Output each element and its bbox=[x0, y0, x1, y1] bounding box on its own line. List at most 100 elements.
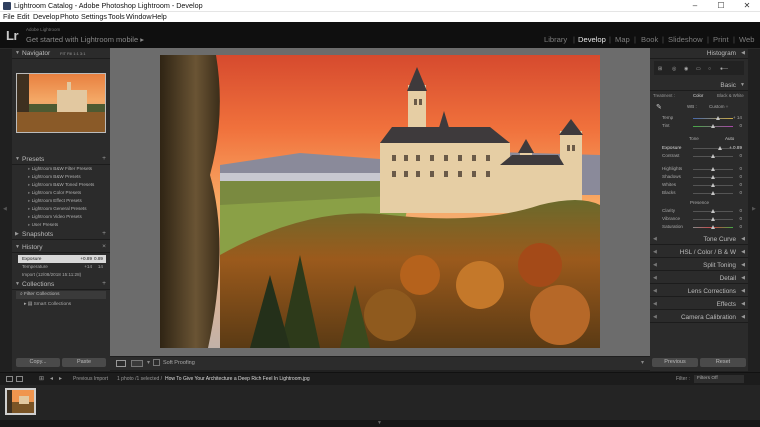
panel-switch-icon[interactable]: ◀ bbox=[653, 288, 657, 294]
contrast-value[interactable]: 0 bbox=[739, 153, 742, 158]
highlights-knob[interactable] bbox=[711, 167, 715, 171]
module-slideshow[interactable]: Slideshow bbox=[668, 35, 703, 44]
vibrance-knob[interactable] bbox=[711, 217, 715, 221]
preset-folder[interactable]: Lightroom Video Presets bbox=[28, 214, 82, 220]
collections-header[interactable]: ▼ Collections + bbox=[12, 279, 110, 290]
menu-edit[interactable]: Edit bbox=[17, 12, 29, 21]
saturation-value[interactable]: 0 bbox=[739, 224, 742, 229]
history-step[interactable]: Import (12/08/2018 15:11:28) bbox=[18, 271, 106, 279]
contrast-knob[interactable] bbox=[711, 154, 715, 158]
panel-switch-icon[interactable]: ◀ bbox=[653, 301, 657, 307]
histogram-header[interactable]: Histogram ◀ bbox=[650, 48, 748, 59]
preset-folder[interactable]: Lightroom B&W Filter Presets bbox=[28, 166, 93, 172]
detail-header[interactable]: ◀ Detail ◀ bbox=[650, 273, 748, 284]
tone-auto-button[interactable]: Auto bbox=[725, 136, 734, 141]
filter-collections-field[interactable]: ⌕ Filter Collections bbox=[16, 291, 106, 299]
reset-button[interactable]: Reset bbox=[700, 358, 746, 367]
soft-proofing-checkbox[interactable] bbox=[153, 359, 160, 366]
temp-value[interactable]: + 14 bbox=[733, 115, 742, 120]
treatment-bw-option[interactable]: Black & White bbox=[717, 93, 744, 98]
clarity-slider[interactable]: Clarity 0 bbox=[660, 208, 744, 215]
preset-folder[interactable]: Lightroom B&W Presets bbox=[28, 174, 81, 180]
hsl-header[interactable]: ◀ HSL / Color / B & W ◀ bbox=[650, 247, 748, 258]
forward-arrow-icon[interactable]: ▸ bbox=[59, 375, 62, 382]
add-collection-icon[interactable]: + bbox=[102, 280, 106, 287]
menu-settings[interactable]: Settings bbox=[81, 12, 107, 21]
spot-removal-icon[interactable]: ◎ bbox=[672, 66, 676, 72]
preset-folder[interactable]: User Presets bbox=[28, 222, 59, 228]
temp-knob[interactable] bbox=[716, 116, 720, 120]
clarity-knob[interactable] bbox=[711, 209, 715, 213]
photo-castle[interactable] bbox=[160, 55, 600, 348]
vibrance-slider[interactable]: Vibrance 0 bbox=[660, 216, 744, 223]
previous-button[interactable]: Previous bbox=[652, 358, 698, 367]
shadows-value[interactable]: 0 bbox=[739, 174, 742, 179]
wb-select[interactable]: Custom ÷ bbox=[709, 104, 728, 109]
main-window-icon[interactable] bbox=[6, 376, 13, 382]
split-toning-header[interactable]: ◀ Split Toning ◀ bbox=[650, 260, 748, 271]
filmstrip-thumbnail[interactable] bbox=[5, 388, 36, 415]
chevron-down-icon[interactable]: ▾ bbox=[147, 359, 150, 366]
module-map[interactable]: Map bbox=[615, 35, 630, 44]
before-after-view-icon[interactable] bbox=[131, 360, 143, 367]
tint-value[interactable]: 0 bbox=[739, 123, 742, 128]
clear-history-icon[interactable]: × bbox=[102, 243, 106, 250]
temp-slider[interactable]: Temp + 14 bbox=[660, 115, 744, 122]
tint-slider[interactable]: Tint 0 bbox=[660, 123, 744, 130]
adjustment-brush-icon[interactable]: ●— bbox=[720, 66, 728, 72]
panel-switch-icon[interactable]: ◀ bbox=[653, 262, 657, 268]
module-print[interactable]: Print bbox=[713, 35, 729, 44]
menu-photo[interactable]: Photo bbox=[60, 12, 79, 21]
previous-import-source[interactable]: Previous Import bbox=[73, 376, 108, 382]
history-step-active[interactable]: Exposure +0.89 0.89 bbox=[18, 255, 106, 263]
camera-calibration-header[interactable]: ◀ Camera Calibration ◀ bbox=[650, 312, 748, 323]
smart-collections-item[interactable]: ▸ ▤ Smart Collections bbox=[24, 302, 71, 307]
navigator-header[interactable]: ▼ Navigator FIT Fill 1:1 3:1 bbox=[12, 48, 110, 59]
image-canvas[interactable] bbox=[110, 48, 650, 356]
menu-develop[interactable]: Develop bbox=[33, 12, 59, 21]
filmstrip-toggle-icon[interactable]: ▼ bbox=[377, 420, 382, 426]
history-step[interactable]: Temperature +14 14 bbox=[18, 263, 106, 271]
copy-button[interactable]: Copy... bbox=[16, 358, 60, 367]
filter-select[interactable]: Filters Off bbox=[694, 375, 744, 383]
tone-curve-header[interactable]: ◀ Tone Curve ◀ bbox=[650, 234, 748, 245]
close-button[interactable]: ✕ bbox=[734, 0, 760, 12]
menu-help[interactable]: Help bbox=[152, 12, 167, 21]
crop-tool-icon[interactable]: ⊞ bbox=[658, 66, 662, 72]
highlights-value[interactable]: 0 bbox=[739, 166, 742, 171]
paste-button[interactable]: Paste bbox=[62, 358, 106, 367]
clarity-value[interactable]: 0 bbox=[739, 208, 742, 213]
menu-window[interactable]: Window bbox=[126, 12, 152, 21]
shadows-slider[interactable]: Shadows 0 bbox=[660, 174, 744, 181]
preset-folder[interactable]: Lightroom Color Presets bbox=[28, 190, 82, 196]
whites-value[interactable]: 0 bbox=[739, 182, 742, 187]
whites-knob[interactable] bbox=[711, 183, 715, 187]
module-library[interactable]: Library bbox=[544, 35, 567, 44]
history-header[interactable]: ▼ History × bbox=[12, 242, 110, 253]
second-window-icon[interactable] bbox=[16, 376, 23, 382]
saturation-knob[interactable] bbox=[711, 225, 715, 229]
add-snapshot-icon[interactable]: + bbox=[102, 230, 106, 237]
blacks-knob[interactable] bbox=[711, 191, 715, 195]
white-balance-picker-icon[interactable]: ✎ bbox=[656, 103, 662, 111]
module-develop[interactable]: Develop bbox=[578, 35, 606, 44]
menu-tools[interactable]: Tools bbox=[108, 12, 125, 21]
highlights-slider[interactable]: Highlights 0 bbox=[660, 166, 744, 173]
toolbar-menu-chevron-icon[interactable]: ▾ bbox=[641, 359, 644, 366]
module-book[interactable]: Book bbox=[641, 35, 658, 44]
tint-knob[interactable] bbox=[711, 124, 715, 128]
red-eye-icon[interactable]: ◉ bbox=[684, 66, 688, 72]
exposure-knob[interactable] bbox=[718, 146, 722, 150]
exposure-value[interactable]: + 0.89 bbox=[729, 145, 742, 150]
graduated-filter-icon[interactable]: ▭ bbox=[696, 66, 701, 72]
navigator-preview[interactable] bbox=[16, 73, 106, 133]
panel-switch-icon[interactable]: ◀ bbox=[653, 236, 657, 242]
vibrance-value[interactable]: 0 bbox=[739, 216, 742, 221]
back-arrow-icon[interactable]: ◂ bbox=[50, 375, 53, 382]
presets-header[interactable]: ▼ Presets + bbox=[12, 154, 110, 165]
menu-file[interactable]: File bbox=[3, 12, 15, 21]
basic-header[interactable]: Basic ▼ bbox=[650, 80, 748, 91]
radial-filter-icon[interactable]: ○ bbox=[708, 66, 711, 72]
identity-mobile-link[interactable]: Get started with Lightroom mobile ▸ bbox=[26, 35, 144, 44]
blacks-value[interactable]: 0 bbox=[739, 190, 742, 195]
